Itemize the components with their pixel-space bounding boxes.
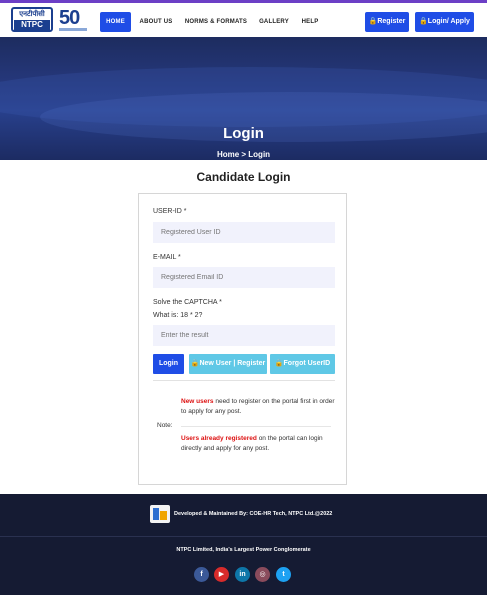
coe-hr-logo-shape (160, 511, 167, 520)
nav-about-us[interactable]: ABOUT US (137, 12, 175, 32)
userid-label: USER-ID * (153, 208, 187, 215)
registered-users-highlight: Users already registered (181, 435, 257, 442)
new-user-register-button[interactable]: 🔒New User | Register (189, 354, 267, 374)
footer-tagline: NTPC Limited, India's Largest Power Cong… (176, 547, 311, 553)
nav-help[interactable]: HELP (299, 12, 321, 32)
coe-hr-logo (150, 505, 170, 523)
nav-home[interactable]: HOME (100, 12, 131, 32)
captcha-question: What is: 18 * 2? (153, 312, 203, 319)
youtube-icon[interactable]: ▶ (214, 567, 229, 582)
facebook-icon[interactable]: f (194, 567, 209, 582)
hero-title: Login (223, 125, 264, 142)
userid-input[interactable] (153, 222, 335, 243)
ntpc-logo[interactable]: एनटीपीसी NTPC (11, 7, 53, 32)
new-users-note: New users need to register on the portal… (181, 397, 339, 417)
login-form-card: USER-ID * E-MAIL * Solve the CAPTCHA * W… (138, 193, 347, 485)
ntpc-logo-name: NTPC (14, 20, 50, 30)
captcha-label: Solve the CAPTCHA * (153, 299, 222, 306)
ntpc-logo-hindi: एनटीपीसी (19, 11, 45, 18)
login-button[interactable]: Login (153, 354, 184, 374)
captcha-input[interactable] (153, 325, 335, 346)
nav-gallery[interactable]: GALLERY (256, 12, 292, 32)
form-divider (153, 380, 335, 381)
email-input[interactable] (153, 267, 335, 288)
coe-hr-logo-shape (153, 508, 159, 520)
forgot-userid-button[interactable]: 🔒Forgot UserID (270, 354, 335, 374)
instagram-icon[interactable]: ◎ (255, 567, 270, 582)
fifty-years-underline (59, 28, 87, 31)
nav-norms-formats[interactable]: NORMS & FORMATS (183, 12, 249, 32)
footer-divider (0, 536, 487, 537)
lock-icon: 🔒 (419, 18, 428, 25)
fifty-years-logo: 50 (59, 7, 87, 33)
lock-icon: 🔒 (274, 360, 284, 367)
note-divider (181, 426, 331, 427)
register-button-label: Register (377, 18, 406, 25)
breadcrumb: Home > Login (216, 150, 271, 159)
twitter-icon[interactable]: t (276, 567, 291, 582)
site-header: एनटीपीसी NTPC 50 HOME ABOUT US NORMS & F… (0, 3, 487, 37)
email-label: E-MAIL * (153, 254, 181, 261)
new-users-highlight: New users (181, 398, 214, 405)
new-user-register-label: New User | Register (199, 360, 266, 367)
register-button[interactable]: 🔒Register (365, 12, 409, 32)
registered-users-note: Users already registered on the portal c… (181, 434, 339, 454)
hero-banner: Login Home > Login (0, 37, 487, 160)
login-apply-button-label: Login/ Apply (427, 18, 470, 25)
linkedin-icon[interactable]: in (235, 567, 250, 582)
page-title: Candidate Login (196, 170, 291, 184)
note-label: Note: (157, 422, 173, 429)
forgot-userid-label: Forgot UserID (283, 360, 331, 367)
developer-credit: Developed & Maintained By: COE-HR Tech, … (174, 511, 333, 517)
site-footer: Developed & Maintained By: COE-HR Tech, … (0, 494, 487, 595)
fifty-years-number: 50 (59, 7, 80, 29)
login-apply-button[interactable]: 🔒Login/ Apply (415, 12, 474, 32)
